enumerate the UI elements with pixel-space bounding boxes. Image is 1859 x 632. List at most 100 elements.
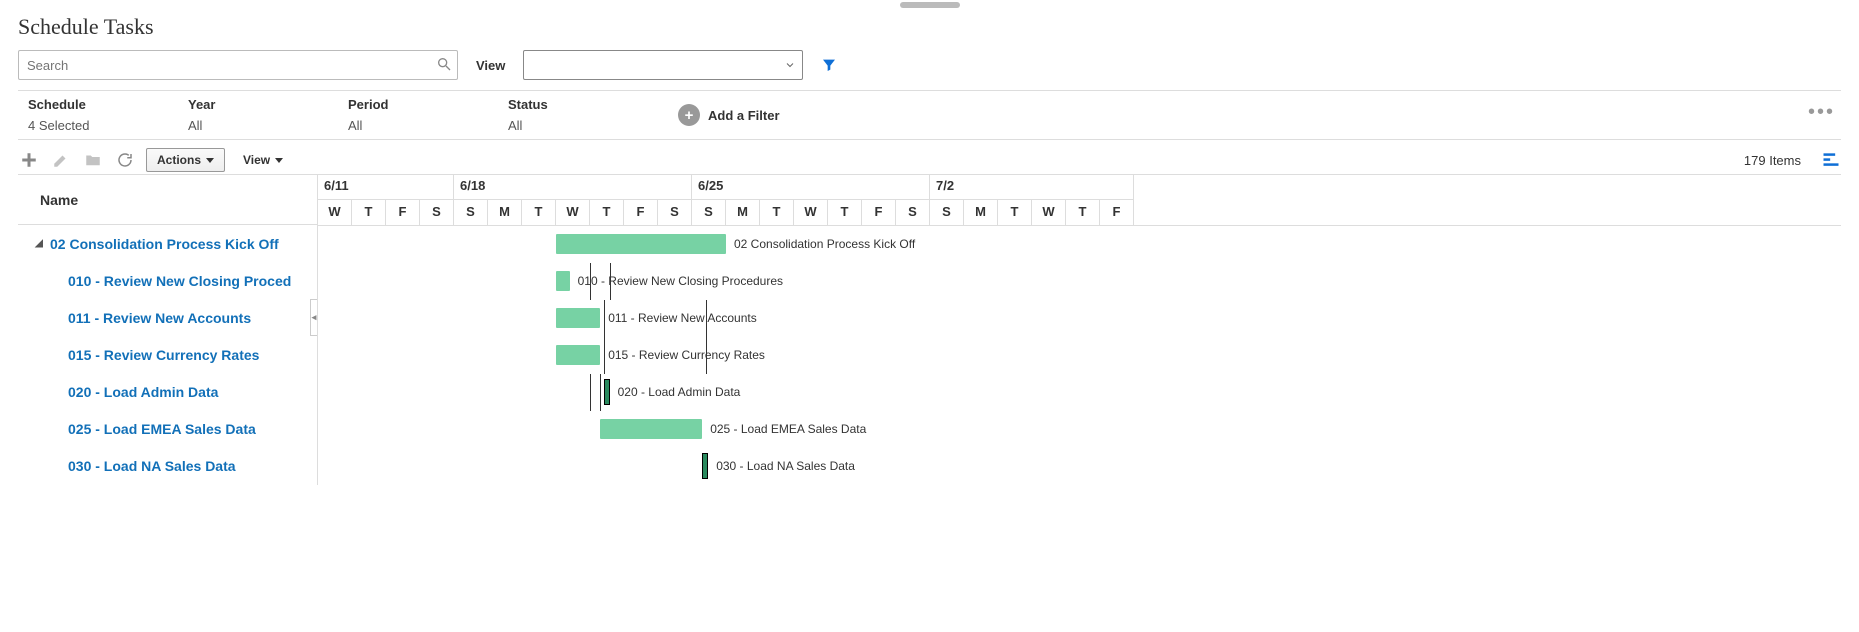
task-row-t3[interactable]: 015 - Review Currency Rates [18, 336, 317, 373]
folder-icon[interactable] [82, 149, 104, 171]
plus-circle-icon: + [678, 104, 700, 126]
gantt-milestone[interactable] [702, 453, 708, 479]
refresh-icon[interactable] [114, 149, 136, 171]
task-row-t1[interactable]: 010 - Review New Closing Proced [18, 262, 317, 299]
day-header: M [726, 199, 760, 225]
pane-collapse-handle[interactable]: ◂ [310, 299, 317, 336]
filter-label: Year [188, 97, 328, 112]
filter-value: All [188, 118, 328, 133]
gantt-row-t5: 025 - Load EMEA Sales Data [318, 411, 1841, 448]
name-column-header[interactable]: Name [18, 175, 317, 225]
filter-status[interactable]: Status All [498, 97, 658, 133]
filter-value: All [508, 118, 648, 133]
caret-down-icon [275, 158, 283, 163]
gantt-row-t1: 010 - Review New Closing Procedures [318, 263, 1841, 300]
filter-schedule[interactable]: Schedule4 Selected [18, 97, 178, 133]
filter-bar: Schedule4 SelectedYearAllPeriodAllStatus… [18, 90, 1841, 140]
caret-down-icon [206, 158, 214, 163]
day-header: T [828, 199, 862, 225]
gantt-bar-label: 011 - Review New Accounts [608, 311, 757, 325]
edit-icon[interactable] [50, 149, 72, 171]
day-header: T [590, 199, 624, 225]
task-name-label: 010 - Review New Closing Proced [68, 273, 291, 289]
filter-label: Schedule [28, 97, 168, 112]
day-header: F [1100, 199, 1134, 225]
task-row-t5[interactable]: 025 - Load EMEA Sales Data [18, 410, 317, 447]
day-header: M [488, 199, 522, 225]
gantt-bar[interactable] [556, 234, 726, 254]
week-header: 6/25 [692, 175, 930, 199]
toolbar: Actions View 179 Items [18, 148, 1841, 172]
day-header: S [896, 199, 930, 225]
search-input[interactable] [18, 50, 458, 80]
task-name-label: 020 - Load Admin Data [68, 384, 218, 400]
dependency-marker [604, 300, 605, 337]
gantt-bar-label: 030 - Load NA Sales Data [716, 459, 855, 473]
task-row-t0[interactable]: ◢ 02 Consolidation Process Kick Off [18, 225, 317, 262]
day-header: F [624, 199, 658, 225]
actions-label: Actions [157, 153, 201, 167]
view-menu[interactable]: View [235, 149, 291, 171]
gantt-bar-label: 020 - Load Admin Data [618, 385, 741, 399]
gantt-row-t3: 015 - Review Currency Rates [318, 337, 1841, 374]
add-filter-label: Add a Filter [708, 108, 780, 123]
gantt-bar[interactable] [556, 345, 600, 365]
task-name-label: 025 - Load EMEA Sales Data [68, 421, 256, 437]
expand-toggle-icon[interactable]: ◢ [32, 238, 46, 249]
gantt-row-t4: 020 - Load Admin Data [318, 374, 1841, 411]
filter-period[interactable]: PeriodAll [338, 97, 498, 133]
task-row-t6[interactable]: 030 - Load NA Sales Data [18, 447, 317, 484]
gantt-bar[interactable] [600, 419, 702, 439]
more-menu-button[interactable]: ••• [1802, 101, 1841, 124]
chevron-down-icon [784, 59, 796, 71]
gantt-pane[interactable]: 6/116/186/257/2 WTFSSMTWTFSSMTWTFSSMTWTF… [318, 175, 1841, 485]
search-wrap [18, 50, 458, 80]
timeline-header: 6/116/186/257/2 WTFSSMTWTFSSMTWTFSSMTWTF [318, 175, 1841, 226]
actions-menu[interactable]: Actions [146, 148, 225, 172]
week-header: 6/18 [454, 175, 692, 199]
dependency-marker [590, 374, 591, 411]
add-icon[interactable] [18, 149, 40, 171]
day-header: T [352, 199, 386, 225]
add-filter-button[interactable]: + Add a Filter [678, 104, 780, 126]
day-header: T [760, 199, 794, 225]
day-header: S [658, 199, 692, 225]
week-header: 6/11 [318, 175, 454, 199]
task-row-t4[interactable]: 020 - Load Admin Data [18, 373, 317, 410]
gantt-bar-label: 02 Consolidation Process Kick Off [734, 237, 915, 251]
window-grabber[interactable] [900, 2, 960, 8]
task-row-t2[interactable]: 011 - Review New Accounts◂ [18, 299, 317, 336]
task-name-label: 030 - Load NA Sales Data [68, 458, 236, 474]
gantt-bar[interactable] [556, 308, 600, 328]
gantt-bar[interactable] [556, 271, 570, 291]
gantt-milestone[interactable] [604, 379, 610, 405]
gantt-bar-label: 015 - Review Currency Rates [608, 348, 765, 362]
gantt-view-icon[interactable] [1821, 150, 1841, 170]
task-name-label: 02 Consolidation Process Kick Off [50, 236, 279, 252]
gantt-row-t0: 02 Consolidation Process Kick Off [318, 226, 1841, 263]
day-header: W [556, 199, 590, 225]
filter-icon[interactable] [821, 57, 837, 73]
day-header: T [998, 199, 1032, 225]
gantt-row-t6: 030 - Load NA Sales Data [318, 448, 1841, 485]
day-header: T [522, 199, 556, 225]
day-header: W [794, 199, 828, 225]
day-header: W [318, 199, 352, 225]
search-icon[interactable] [436, 56, 452, 72]
filter-year[interactable]: Year All [178, 97, 338, 133]
gantt-bar-label: 025 - Load EMEA Sales Data [710, 422, 866, 436]
task-name-pane: Name ◢ 02 Consolidation Process Kick Off 0… [18, 175, 318, 485]
day-header: S [454, 199, 488, 225]
day-header: F [386, 199, 420, 225]
dependency-marker [604, 337, 605, 374]
filter-label: Status [508, 97, 648, 112]
day-header: M [964, 199, 998, 225]
day-header: S [420, 199, 454, 225]
day-header: T [1066, 199, 1100, 225]
items-count: 179 Items [1744, 153, 1801, 168]
task-name-label: 015 - Review Currency Rates [68, 347, 259, 363]
view-select[interactable] [523, 50, 803, 80]
day-header: W [1032, 199, 1066, 225]
day-header: F [862, 199, 896, 225]
gantt-bar-label: 010 - Review New Closing Procedures [578, 274, 783, 288]
